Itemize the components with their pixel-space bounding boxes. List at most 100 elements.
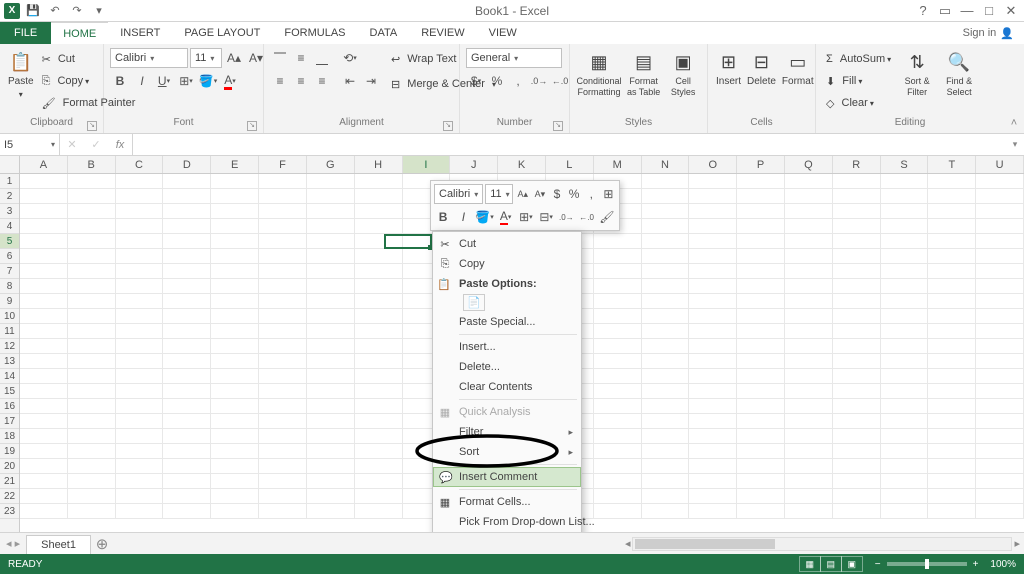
cell[interactable] [68, 474, 116, 489]
align-left-button[interactable]: ≡ [270, 71, 290, 91]
cell[interactable] [833, 504, 881, 519]
worksheet-grid[interactable]: ABCDEFGHIJKLMNOPQRSTU 123456789101112131… [0, 156, 1024, 532]
cell[interactable] [355, 399, 403, 414]
formula-input[interactable] [133, 134, 1006, 155]
cell[interactable] [355, 414, 403, 429]
cell[interactable] [976, 414, 1024, 429]
mini-decrease-decimal[interactable]: ←.0 [578, 207, 596, 227]
align-right-button[interactable]: ≡ [312, 71, 332, 91]
ribbon-options-button[interactable]: ▭ [938, 4, 952, 18]
cell[interactable] [689, 204, 737, 219]
column-header-I[interactable]: I [403, 156, 451, 173]
cell[interactable] [976, 264, 1024, 279]
cell[interactable] [594, 249, 642, 264]
zoom-level[interactable]: 100% [990, 559, 1016, 570]
cell[interactable] [307, 204, 355, 219]
cell[interactable] [642, 339, 690, 354]
italic-button[interactable]: I [132, 71, 152, 91]
cell[interactable] [785, 429, 833, 444]
cell[interactable] [211, 504, 259, 519]
cell[interactable] [68, 204, 116, 219]
cell[interactable] [211, 174, 259, 189]
align-bottom-button[interactable]: ⎽ [312, 48, 332, 68]
cell[interactable] [785, 294, 833, 309]
cell[interactable] [68, 309, 116, 324]
cell[interactable] [642, 309, 690, 324]
ctx-pick-dropdown[interactable]: Pick From Drop-down List... [433, 512, 581, 532]
mini-format-painter[interactable]: 🖌 [598, 207, 616, 227]
borders-button[interactable]: ⊞▾ [176, 71, 196, 91]
cell[interactable] [642, 264, 690, 279]
cell[interactable] [116, 369, 164, 384]
cell[interactable] [116, 384, 164, 399]
comma-format-button[interactable]: , [508, 71, 528, 91]
cell[interactable] [737, 504, 785, 519]
cell[interactable] [928, 264, 976, 279]
cell[interactable] [689, 354, 737, 369]
cell[interactable] [928, 414, 976, 429]
cell[interactable] [307, 369, 355, 384]
cell[interactable] [642, 459, 690, 474]
cell[interactable] [211, 264, 259, 279]
cell[interactable] [928, 384, 976, 399]
cell[interactable] [689, 174, 737, 189]
cell[interactable] [689, 189, 737, 204]
cell[interactable] [928, 279, 976, 294]
paste-button[interactable]: 📋 Paste ▾ [6, 48, 36, 102]
cell[interactable] [355, 324, 403, 339]
cell[interactable] [307, 444, 355, 459]
column-header-F[interactable]: F [259, 156, 307, 173]
cell[interactable] [116, 399, 164, 414]
cell[interactable] [689, 384, 737, 399]
close-button[interactable]: ✕ [1004, 4, 1018, 18]
cell[interactable] [881, 324, 929, 339]
cell[interactable] [976, 249, 1024, 264]
cell[interactable] [594, 339, 642, 354]
cell[interactable] [881, 294, 929, 309]
cell[interactable] [163, 369, 211, 384]
row-header-21[interactable]: 21 [0, 474, 19, 489]
cell[interactable] [355, 249, 403, 264]
cell[interactable] [642, 489, 690, 504]
cell[interactable] [642, 294, 690, 309]
cell[interactable] [307, 399, 355, 414]
mini-fill-color[interactable]: 🪣▾ [475, 207, 495, 227]
minimize-button[interactable]: — [960, 4, 974, 18]
horizontal-scrollbar[interactable] [632, 537, 1012, 551]
name-box[interactable]: I5▾ [0, 134, 60, 155]
cell[interactable] [833, 249, 881, 264]
tab-data[interactable]: DATA [358, 22, 410, 44]
cell[interactable] [785, 249, 833, 264]
mini-format-cells[interactable]: ⊞ [601, 184, 616, 204]
cell[interactable] [594, 504, 642, 519]
cell[interactable] [594, 324, 642, 339]
column-header-N[interactable]: N [642, 156, 690, 173]
tab-view[interactable]: VIEW [477, 22, 529, 44]
cell[interactable] [976, 354, 1024, 369]
cell[interactable] [594, 309, 642, 324]
cell[interactable] [211, 369, 259, 384]
cell[interactable] [689, 234, 737, 249]
column-header-T[interactable]: T [928, 156, 976, 173]
mini-font-color[interactable]: A▾ [497, 207, 515, 227]
cell[interactable] [20, 324, 68, 339]
cell[interactable] [307, 264, 355, 279]
cell[interactable] [20, 249, 68, 264]
increase-decimal-button[interactable]: .0→ [529, 71, 549, 91]
fill-button[interactable]: ⬇ Fill▾ [822, 70, 895, 92]
cell[interactable] [928, 369, 976, 384]
row-header-2[interactable]: 2 [0, 189, 19, 204]
cell[interactable] [594, 414, 642, 429]
cell[interactable] [116, 204, 164, 219]
cell[interactable] [737, 474, 785, 489]
ctx-insert-comment[interactable]: 💬Insert Comment [433, 467, 581, 487]
cell[interactable] [737, 429, 785, 444]
cell[interactable] [259, 264, 307, 279]
cell[interactable] [20, 189, 68, 204]
cell[interactable] [928, 474, 976, 489]
cell[interactable] [211, 474, 259, 489]
cell[interactable] [737, 414, 785, 429]
cell[interactable] [881, 444, 929, 459]
cell[interactable] [689, 279, 737, 294]
cell[interactable] [211, 354, 259, 369]
